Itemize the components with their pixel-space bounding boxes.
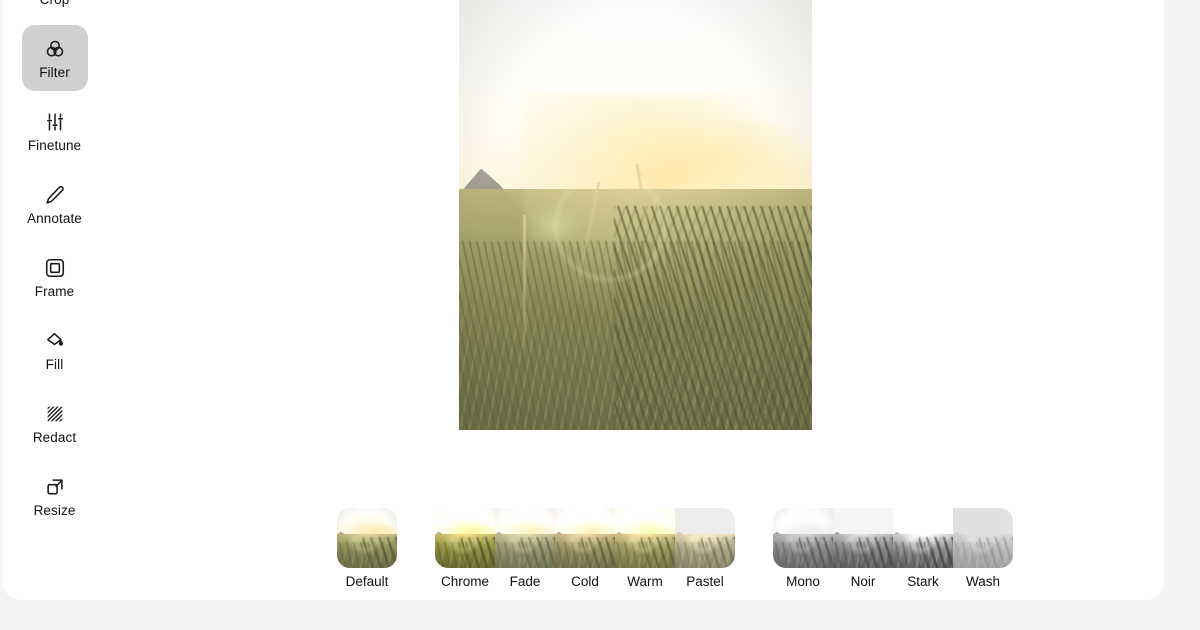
filter-thumbnail bbox=[675, 508, 735, 568]
filter-group-monochrome-filters: Mono Noir Stark Wash bbox=[773, 508, 1013, 590]
landscape-photo bbox=[773, 508, 833, 568]
sidebar-item-frame[interactable]: Frame bbox=[22, 244, 88, 310]
finetune-icon bbox=[43, 110, 67, 134]
fill-icon bbox=[43, 329, 67, 353]
filter-thumbnail bbox=[615, 508, 675, 568]
landscape-photo bbox=[435, 508, 495, 568]
landscape-photo bbox=[459, 0, 812, 430]
sidebar-item-label: Resize bbox=[33, 502, 76, 518]
filter-option-label: Cold bbox=[571, 574, 599, 589]
frame-icon bbox=[43, 256, 67, 280]
filter-option-noir[interactable]: Noir bbox=[833, 508, 893, 590]
filter-option-cold[interactable]: Cold bbox=[555, 508, 615, 590]
annotate-icon bbox=[43, 183, 67, 207]
sidebar-item-label: Annotate bbox=[27, 210, 82, 226]
filter-option-pastel[interactable]: Pastel bbox=[675, 508, 735, 590]
filter-option-label: Chrome bbox=[440, 574, 489, 589]
image-preview[interactable] bbox=[459, 0, 812, 430]
landscape-photo bbox=[615, 508, 675, 568]
filter-thumbnail bbox=[337, 508, 397, 568]
filter-option-mono[interactable]: Mono bbox=[773, 508, 833, 590]
filter-option-label: Pastel bbox=[686, 574, 724, 589]
filter-group-basic-filters: Default bbox=[337, 508, 397, 590]
filter-option-label: Wash bbox=[965, 574, 1000, 589]
sidebar-item-label: Crop bbox=[40, 0, 70, 7]
filter-option-wash[interactable]: Wash bbox=[953, 508, 1013, 590]
sidebar-item-label: Frame bbox=[34, 283, 75, 299]
sidebar-item-finetune[interactable]: Finetune bbox=[22, 98, 88, 164]
landscape-photo bbox=[337, 508, 397, 568]
sidebar-item-annotate[interactable]: Annotate bbox=[22, 171, 88, 237]
filter-option-fade[interactable]: Fade bbox=[495, 508, 555, 590]
sidebar-item-label: Finetune bbox=[27, 137, 82, 153]
preview-photo bbox=[459, 0, 812, 430]
landscape-photo bbox=[893, 508, 953, 568]
filter-thumbnail bbox=[773, 508, 833, 568]
resize-icon bbox=[43, 475, 67, 499]
filter-option-label: Stark bbox=[907, 574, 939, 589]
landscape-photo bbox=[953, 508, 1013, 568]
filter-option-label: Default bbox=[345, 574, 389, 589]
filter-option-label: Mono bbox=[786, 574, 820, 589]
filter-option-label: Noir bbox=[850, 574, 876, 589]
filter-thumbnail bbox=[893, 508, 953, 568]
sidebar-item-label: Filter bbox=[39, 64, 70, 80]
filter-option-warm[interactable]: Warm bbox=[615, 508, 675, 590]
sidebar-item-resize[interactable]: Resize bbox=[22, 463, 88, 529]
image-editor-card: Crop Filter Finetune Annotate Frame Fill Redac… bbox=[3, 0, 1164, 600]
sidebar-item-label: Fill bbox=[45, 356, 64, 372]
sidebar-item-crop[interactable]: Crop bbox=[22, 0, 88, 18]
filter-group-color-filters: Chrome Fade Cold Warm Pastel bbox=[435, 508, 735, 590]
filter-option-label: Warm bbox=[627, 574, 663, 589]
sidebar-item-redact[interactable]: Redact bbox=[22, 390, 88, 456]
filter-option-label: Fade bbox=[509, 574, 541, 589]
sidebar-item-filter[interactable]: Filter bbox=[21, 25, 88, 91]
sidebar-item-fill[interactable]: Fill bbox=[22, 317, 88, 383]
filter-thumbnail bbox=[555, 508, 615, 568]
filter-option-default[interactable]: Default bbox=[337, 508, 397, 590]
filter-thumbnail bbox=[495, 508, 555, 568]
redact-icon bbox=[43, 402, 67, 426]
landscape-photo bbox=[555, 508, 615, 568]
filter-thumbnail bbox=[953, 508, 1013, 568]
filter-strip[interactable]: Default Chrome Fade Cold Warm Pastel Mono Noir S… bbox=[106, 508, 1164, 600]
landscape-photo bbox=[495, 508, 555, 568]
filter-thumbnail bbox=[435, 508, 495, 568]
filter-thumbnail bbox=[833, 508, 893, 568]
filter-track: Default Chrome Fade Cold Warm Pastel Mono Noir S… bbox=[337, 508, 1013, 590]
tool-rail: Crop Filter Finetune Annotate Frame Fill Redac… bbox=[3, 0, 106, 600]
landscape-photo bbox=[675, 508, 735, 568]
filter-option-stark[interactable]: Stark bbox=[893, 508, 953, 590]
filter-icon bbox=[43, 37, 67, 61]
filter-option-chrome[interactable]: Chrome bbox=[435, 508, 495, 590]
landscape-photo bbox=[833, 508, 893, 568]
sidebar-item-label: Redact bbox=[32, 429, 77, 445]
